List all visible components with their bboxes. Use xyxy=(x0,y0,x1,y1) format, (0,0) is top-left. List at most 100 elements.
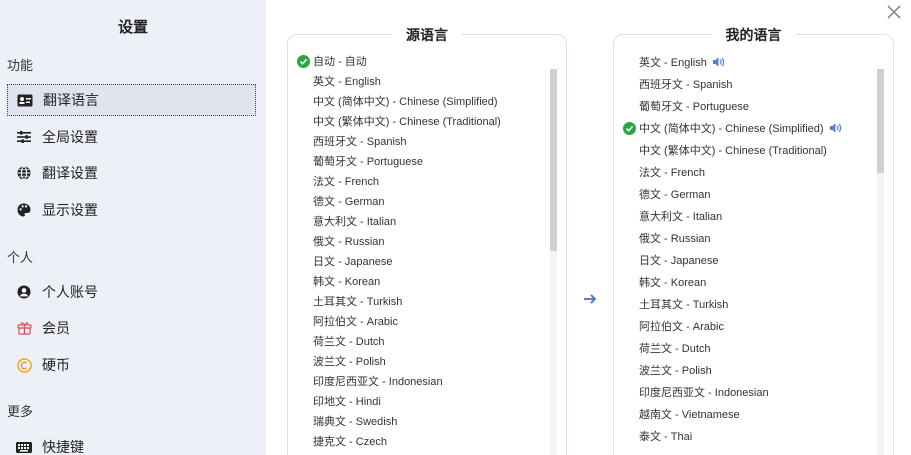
language-option[interactable]: 意大利文 - Italian xyxy=(288,211,552,231)
language-option[interactable]: 越南文 - Vietnamese xyxy=(614,403,879,425)
language-option[interactable]: 印度尼西亚文 - Indonesian xyxy=(288,371,552,391)
language-option[interactable]: 土耳其文 - Turkish xyxy=(614,293,879,315)
sidebar-title: 设置 xyxy=(117,19,148,36)
palette-icon xyxy=(16,202,32,218)
language-option[interactable]: 意大利文 - Italian xyxy=(614,205,879,227)
source-language-panel: 源语言 自动 - 自动英文 - English 中文 (简体中文) - Chine… xyxy=(287,27,567,455)
sidebar-item-label: 翻译语言 xyxy=(43,92,99,108)
language-label: 印度尼西亚文 - Indonesian xyxy=(639,387,769,399)
sidebar-item-shortcuts[interactable]: 快捷键 xyxy=(7,431,256,455)
target-scrollbar[interactable] xyxy=(877,69,884,455)
language-option[interactable]: 英文 - English xyxy=(614,51,879,73)
sidebar-item-label: 全局设置 xyxy=(42,129,98,145)
my-language-panel: 我的语言 英文 - English 西班牙文 - Spanish 葡萄牙文 - Po… xyxy=(613,27,894,455)
language-option[interactable]: 韩文 - Korean xyxy=(288,271,552,291)
sidebar-item-label: 翻译设置 xyxy=(42,165,98,181)
language-option[interactable]: 英文 - English xyxy=(288,71,552,91)
language-label: 荷兰文 - Dutch xyxy=(313,336,385,348)
my-language-list: 英文 - English 西班牙文 - Spanish 葡萄牙文 - Portugu… xyxy=(614,51,879,447)
sidebar-item-display-settings[interactable]: 显示设置 xyxy=(7,194,256,226)
language-label: 印地文 - Hindi xyxy=(313,396,381,408)
sidebar-item-global-settings[interactable]: 全局设置 xyxy=(7,121,256,153)
user-icon xyxy=(16,284,32,300)
language-option[interactable]: 荷兰文 - Dutch xyxy=(288,331,552,351)
id-card-icon xyxy=(17,92,33,108)
language-label: 德文 - German xyxy=(313,196,385,208)
language-option[interactable]: 捷克文 - Czech xyxy=(288,431,552,451)
language-option[interactable]: 印地文 - Hindi xyxy=(288,391,552,411)
gift-icon xyxy=(16,320,32,336)
language-label: 英文 - English xyxy=(313,76,381,88)
language-label: 英文 - English xyxy=(639,57,707,69)
check-icon xyxy=(297,54,310,68)
language-label: 泰文 - Thai xyxy=(639,431,693,443)
language-option[interactable]: 波兰文 - Polish xyxy=(288,351,552,371)
language-option[interactable]: 阿拉伯文 - Arabic xyxy=(288,311,552,331)
language-option[interactable]: 自动 - 自动 xyxy=(288,51,552,71)
language-option[interactable]: 印度尼西亚文 - Indonesian xyxy=(614,381,879,403)
language-option[interactable]: 中文 (繁体中文) - Chinese (Traditional) xyxy=(288,111,552,131)
language-label: 波兰文 - Polish xyxy=(313,356,386,368)
language-option[interactable]: 西班牙文 - Spanish xyxy=(288,131,552,151)
sidebar-item-coins[interactable]: 硬币 xyxy=(7,349,256,381)
language-label: 越南文 - Vietnamese xyxy=(639,409,740,421)
language-option[interactable]: 土耳其文 - Turkish xyxy=(288,291,552,311)
language-label: 意大利文 - Italian xyxy=(313,216,397,228)
sidebar-item-account[interactable]: 个人账号 xyxy=(7,276,256,308)
language-option[interactable]: 中文 (简体中文) - Chinese (Simplified) xyxy=(288,91,552,111)
language-label: 西班牙文 - Spanish xyxy=(639,79,733,91)
source-scrollbar-thumb[interactable] xyxy=(550,69,557,251)
source-language-title: 源语言 xyxy=(392,27,462,43)
language-option[interactable]: 瑞典文 - Swedish xyxy=(288,411,552,431)
language-label: 韩文 - Korean xyxy=(313,276,381,288)
section-personal: 个人 xyxy=(7,250,34,265)
language-option[interactable]: 韩文 - Korean xyxy=(614,271,879,293)
sidebar-item-label: 会员 xyxy=(42,320,70,336)
language-option[interactable]: 法文 - French xyxy=(614,161,879,183)
language-label: 中文 (繁体中文) - Chinese (Traditional) xyxy=(639,145,827,157)
language-option[interactable]: 中文 (繁体中文) - Chinese (Traditional) xyxy=(614,139,879,161)
language-label: 意大利文 - Italian xyxy=(639,211,723,223)
sidebar-item-translation-settings[interactable]: 翻译设置 xyxy=(7,157,256,189)
language-option[interactable]: 荷兰文 - Dutch xyxy=(614,337,879,359)
language-label: 日文 - Japanese xyxy=(313,256,393,268)
sidebar-item-membership[interactable]: 会员 xyxy=(7,312,256,344)
my-language-title: 我的语言 xyxy=(711,27,796,43)
language-option[interactable]: 日文 - Japanese xyxy=(288,251,552,271)
language-label: 法文 - French xyxy=(313,176,380,188)
language-option[interactable]: 俄文 - Russian xyxy=(288,231,552,251)
language-label: 荷兰文 - Dutch xyxy=(639,343,711,355)
language-option[interactable]: 德文 - German xyxy=(288,191,552,211)
check-icon xyxy=(623,121,636,135)
language-label: 土耳其文 - Turkish xyxy=(313,296,403,308)
source-language-list: 自动 - 自动英文 - English 中文 (简体中文) - Chinese (… xyxy=(288,51,552,451)
language-label: 葡萄牙文 - Portuguese xyxy=(313,156,424,168)
sidebar-item-label: 个人账号 xyxy=(42,284,98,300)
sidebar-item-label: 硬币 xyxy=(42,357,70,373)
keyboard-icon xyxy=(16,439,32,455)
language-option[interactable]: 波兰文 - Polish xyxy=(614,359,879,381)
language-option[interactable]: 西班牙文 - Spanish xyxy=(614,73,879,95)
language-option[interactable]: 葡萄牙文 - Portuguese xyxy=(614,95,879,117)
language-option[interactable]: 俄文 - Russian xyxy=(614,227,879,249)
language-label: 葡萄牙文 - Portuguese xyxy=(639,101,750,113)
close-icon[interactable] xyxy=(885,3,903,21)
language-label: 德文 - German xyxy=(639,189,711,201)
language-option[interactable]: 法文 - French xyxy=(288,171,552,191)
sidebar-item-translation-language[interactable]: 翻译语言 xyxy=(7,84,256,116)
speaker-icon[interactable] xyxy=(829,122,843,134)
language-label: 捷克文 - Czech xyxy=(313,436,387,448)
source-scrollbar[interactable] xyxy=(550,69,557,455)
section-more: 更多 xyxy=(7,404,34,419)
language-option[interactable]: 日文 - Japanese xyxy=(614,249,879,271)
language-option[interactable]: 泰文 - Thai xyxy=(614,425,879,447)
language-label: 法文 - French xyxy=(639,167,706,179)
language-option[interactable]: 德文 - German xyxy=(614,183,879,205)
target-scrollbar-thumb[interactable] xyxy=(877,69,884,173)
language-option[interactable]: 阿拉伯文 - Arabic xyxy=(614,315,879,337)
language-label: 自动 - 自动 xyxy=(313,56,367,68)
speaker-icon[interactable] xyxy=(712,56,726,68)
language-option[interactable]: 中文 (简体中文) - Chinese (Simplified) xyxy=(614,117,879,139)
language-option[interactable]: 葡萄牙文 - Portuguese xyxy=(288,151,552,171)
globe-icon xyxy=(16,165,32,181)
